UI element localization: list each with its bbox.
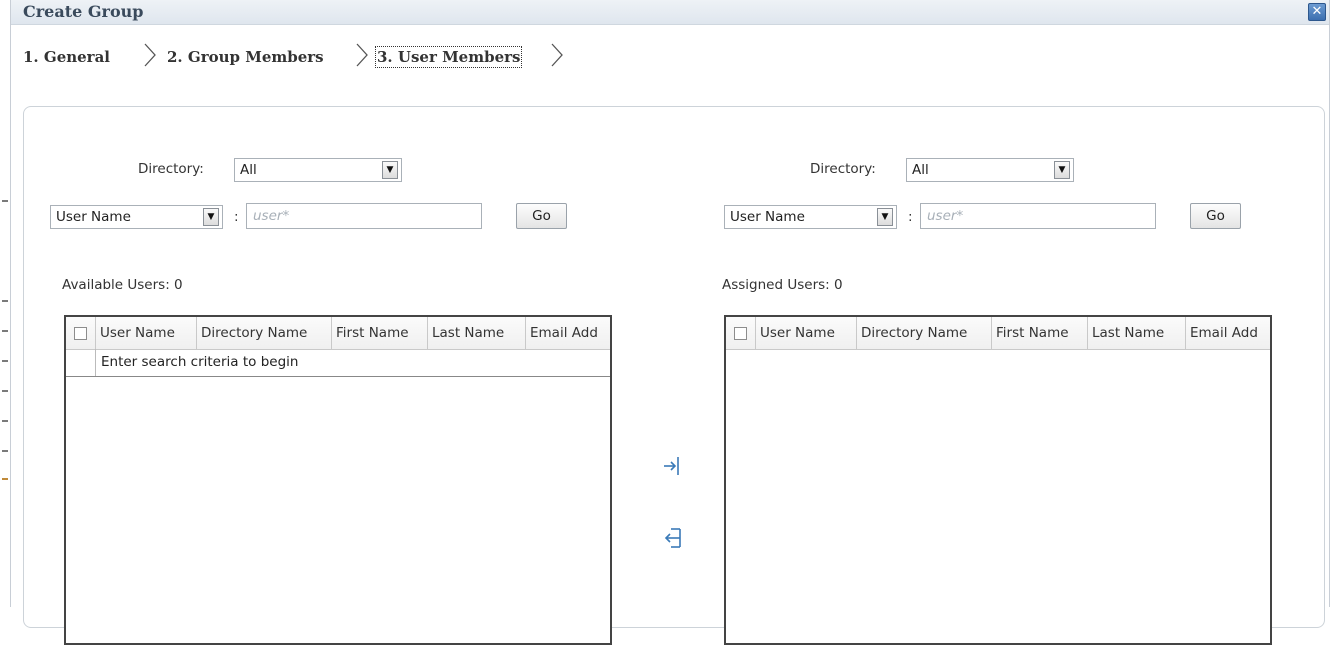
chevron-right-icon xyxy=(551,43,563,67)
assigned-search-colon: : xyxy=(908,209,913,225)
wizard-step-user-members[interactable]: 3. User Members xyxy=(374,46,523,68)
assigned-directory-label: Directory: xyxy=(810,161,876,177)
available-users-table: User Name Directory Name First Name Last… xyxy=(64,315,612,645)
available-search-field-select[interactable]: User Name ▼ xyxy=(50,205,223,229)
dropdown-arrow-icon: ▼ xyxy=(877,208,893,226)
assigned-directory-select[interactable]: All ▼ xyxy=(906,158,1074,182)
available-search-field-value: User Name xyxy=(56,209,131,225)
assigned-go-button[interactable]: Go xyxy=(1190,203,1241,229)
assigned-search-text[interactable] xyxy=(921,204,1155,228)
empty-table-message: Enter search criteria to begin xyxy=(101,354,299,370)
column-header-last-name[interactable]: Last Name xyxy=(1088,317,1186,349)
create-group-dialog: Create Group ✕ 1. General 2. Group Membe… xyxy=(10,0,1330,645)
available-table-header: User Name Directory Name First Name Last… xyxy=(66,317,610,350)
move-right-icon[interactable] xyxy=(661,453,683,479)
column-header-user-name[interactable]: User Name xyxy=(96,317,197,349)
assigned-count-label: Assigned Users: 0 xyxy=(722,277,843,293)
column-header-email[interactable]: Email Add xyxy=(1186,317,1270,349)
available-search-colon: : xyxy=(234,209,239,225)
chevron-right-icon xyxy=(356,43,368,67)
select-all-checkbox[interactable] xyxy=(726,317,756,349)
gutter-mark xyxy=(2,360,8,362)
gutter-mark xyxy=(2,420,8,422)
wizard-step-general[interactable]: 1. General xyxy=(23,48,110,66)
user-members-panel: Directory: All ▼ User Name ▼ : Go Availa… xyxy=(23,106,1325,645)
dropdown-arrow-icon: ▼ xyxy=(203,208,219,226)
gutter-mark xyxy=(2,300,8,302)
available-directory-label: Directory: xyxy=(138,161,204,177)
available-go-button[interactable]: Go xyxy=(516,203,567,229)
column-header-directory-name[interactable]: Directory Name xyxy=(857,317,992,349)
assigned-search-field-value: User Name xyxy=(730,209,805,225)
assigned-search-input[interactable] xyxy=(920,203,1156,229)
available-directory-value: All xyxy=(240,162,257,178)
gutter-mark xyxy=(2,390,8,392)
chevron-right-icon xyxy=(144,43,156,67)
gutter-mark xyxy=(2,478,8,480)
column-header-user-name[interactable]: User Name xyxy=(756,317,857,349)
assigned-directory-value: All xyxy=(912,162,929,178)
dropdown-arrow-icon: ▼ xyxy=(382,161,398,179)
available-count-label: Available Users: 0 xyxy=(62,277,183,293)
available-search-input[interactable] xyxy=(246,203,482,229)
assigned-search-field-select[interactable]: User Name ▼ xyxy=(724,205,897,229)
move-left-icon[interactable] xyxy=(661,525,683,551)
column-header-last-name[interactable]: Last Name xyxy=(428,317,526,349)
left-gutter xyxy=(0,0,10,607)
gutter-mark xyxy=(2,330,8,332)
column-header-first-name[interactable]: First Name xyxy=(992,317,1088,349)
close-icon[interactable]: ✕ xyxy=(1308,3,1326,21)
dropdown-arrow-icon: ▼ xyxy=(1054,161,1070,179)
gutter-mark xyxy=(2,450,8,452)
assigned-table-header: User Name Directory Name First Name Last… xyxy=(726,317,1270,350)
dialog-title: Create Group xyxy=(23,2,144,21)
select-all-checkbox[interactable] xyxy=(66,317,96,349)
table-row: Enter search criteria to begin xyxy=(66,349,610,377)
assigned-users-table: User Name Directory Name First Name Last… xyxy=(724,315,1272,645)
available-search-text[interactable] xyxy=(247,204,481,228)
column-header-first-name[interactable]: First Name xyxy=(332,317,428,349)
column-header-directory-name[interactable]: Directory Name xyxy=(197,317,332,349)
gutter-mark xyxy=(2,200,8,202)
dialog-titlebar: Create Group ✕ xyxy=(11,0,1329,25)
wizard-step-group-members[interactable]: 2. Group Members xyxy=(167,48,324,66)
column-header-email[interactable]: Email Add xyxy=(526,317,610,349)
available-directory-select[interactable]: All ▼ xyxy=(234,158,402,182)
